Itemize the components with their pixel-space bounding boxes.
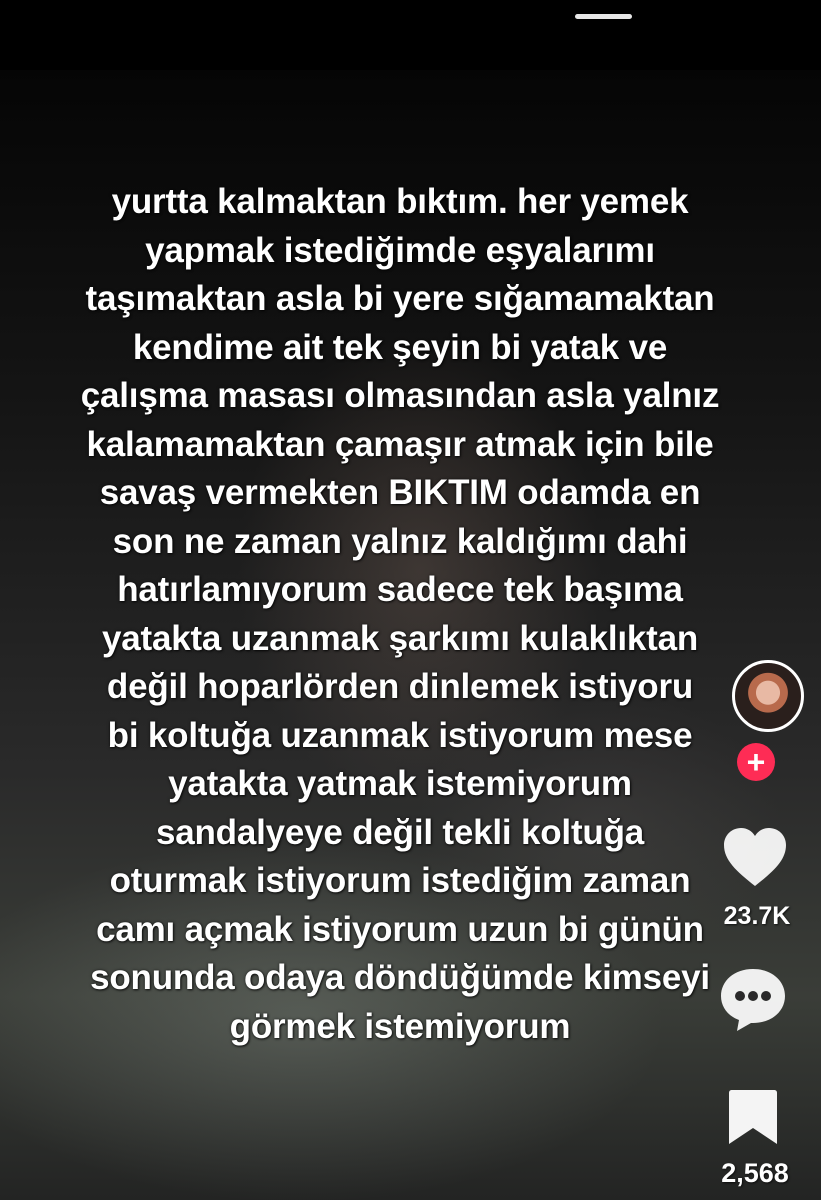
follow-button[interactable]: + [737, 743, 775, 781]
comment-bubble-icon[interactable] [718, 965, 788, 1033]
like-count: 23.7K [723, 902, 791, 930]
drag-handle[interactable] [575, 14, 632, 19]
bookmark-icon[interactable] [727, 1088, 779, 1146]
save-count: 2,568 [721, 1158, 789, 1188]
heart-icon[interactable] [722, 826, 788, 888]
video-caption-text: yurtta kalmaktan bıktım. her yemek yapma… [80, 182, 720, 1046]
top-bar [0, 0, 821, 70]
creator-avatar[interactable] [732, 660, 804, 732]
